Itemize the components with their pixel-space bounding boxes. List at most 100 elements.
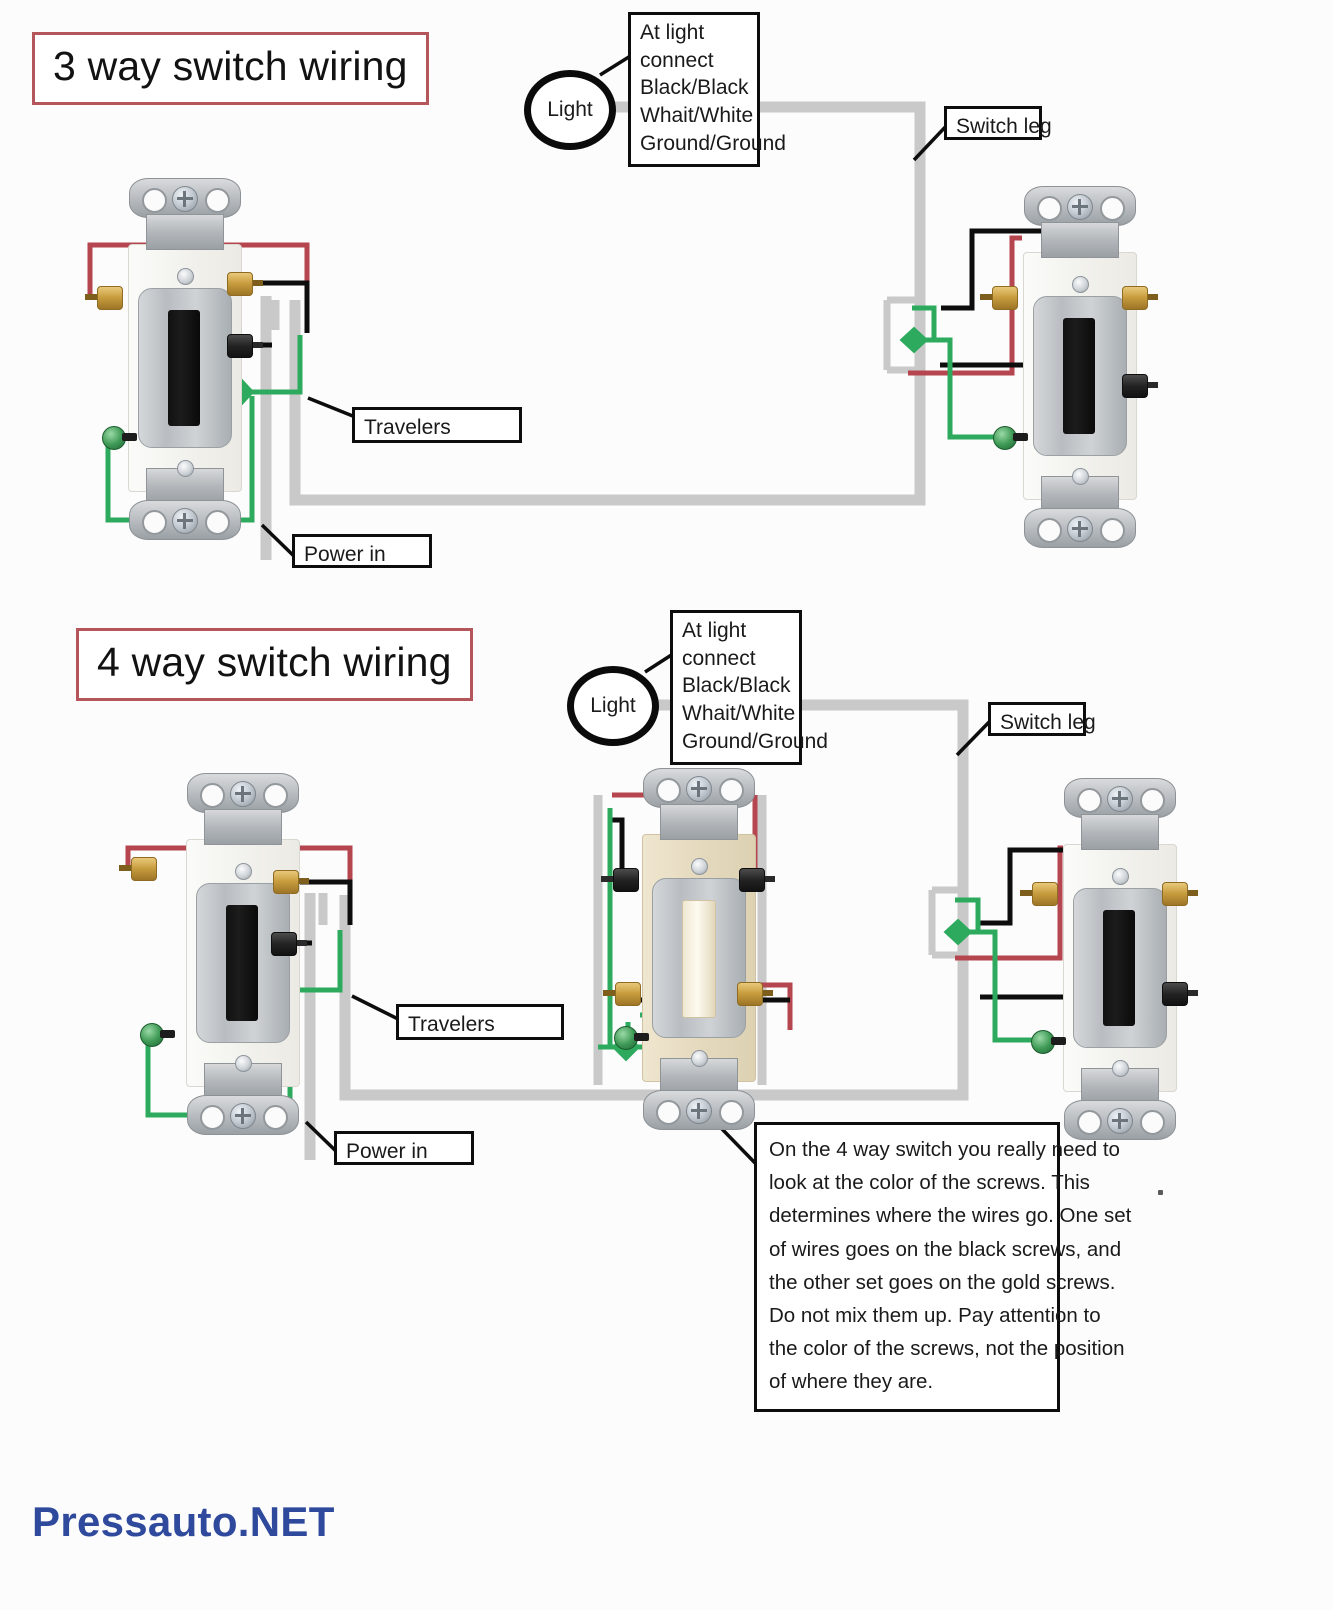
mounting-screw-icon — [172, 508, 198, 534]
brass-terminal-screw-right[interactable] — [224, 272, 263, 296]
four-way-power-in-label: Power in — [334, 1131, 474, 1165]
strap-rivet-icon — [1112, 1060, 1129, 1077]
ground-screw-shaft — [160, 1030, 175, 1038]
gold-terminal-screw-bottom-left[interactable] — [603, 982, 642, 1006]
three-way-green-right-main — [918, 337, 1000, 440]
mounting-hole-icon — [200, 783, 225, 808]
green-ground-screw[interactable] — [140, 1023, 175, 1047]
three-way-power-in-label: Power in — [292, 534, 432, 568]
dark-common-terminal-screw[interactable] — [224, 334, 263, 358]
note-line: of wires goes on the black screws, and — [769, 1237, 1122, 1261]
mounting-hole-icon — [656, 1100, 681, 1125]
note-line: Whait/White — [640, 104, 754, 128]
note-line: Do not mix them up. Pay attention to — [769, 1304, 1101, 1328]
black-terminal-screw-top-right[interactable] — [736, 868, 775, 892]
note-line: Black/Black — [682, 674, 791, 698]
mounting-hole-icon — [656, 778, 681, 803]
four-way-light-node: Light — [567, 666, 659, 746]
ground-screw-shaft — [1051, 1037, 1066, 1045]
four-way-switch-leg-label: Switch leg — [988, 702, 1096, 736]
switch-toggle-lever[interactable] — [1063, 318, 1095, 434]
mounting-hole-icon — [1140, 1110, 1165, 1135]
note-line: the other set goes on the gold screws. — [769, 1270, 1116, 1294]
brass-terminal-screw-left[interactable] — [85, 286, 124, 310]
mounting-hole-icon — [142, 188, 167, 213]
note-line: the color of the screws, not the positio… — [769, 1337, 1125, 1361]
stray-speck — [1158, 1190, 1163, 1195]
brass-terminal-screw-right[interactable] — [1119, 286, 1158, 310]
terminal-head — [271, 932, 297, 956]
mounting-hole-icon — [200, 1105, 225, 1130]
mounting-hole-icon — [719, 1100, 744, 1125]
terminal-shaft — [603, 990, 615, 996]
mounting-screw-icon — [686, 1098, 712, 1124]
black-terminal-screw-top-left[interactable] — [601, 868, 640, 892]
strap-rivet-icon — [177, 268, 194, 285]
switch-toggle-lever[interactable] — [168, 310, 200, 426]
note-line: On the 4 way switch you really need to — [769, 1138, 1120, 1161]
dark-common-terminal-screw[interactable] — [1119, 374, 1158, 398]
three-way-light-label: Light — [547, 98, 593, 121]
mounting-screw-icon — [686, 776, 712, 802]
switch-strap-top — [1081, 814, 1159, 850]
note-line: At light connect — [640, 21, 714, 72]
four-way-travelers-leader — [351, 994, 401, 1022]
mounting-hole-icon — [142, 510, 167, 535]
note-line: Black/Black — [640, 76, 749, 100]
terminal-head — [1032, 882, 1058, 906]
strap-rivet-icon — [235, 1055, 252, 1072]
brass-terminal-screw-right[interactable] — [270, 870, 309, 894]
mounting-screw-icon — [1067, 516, 1093, 542]
three-way-light-node: Light — [524, 70, 616, 150]
mounting-screw-icon — [1067, 194, 1093, 220]
terminal-head — [1162, 982, 1188, 1006]
green-ground-screw[interactable] — [614, 1026, 649, 1050]
dark-common-terminal-screw[interactable] — [268, 932, 307, 956]
switch-strap-top — [146, 214, 224, 250]
terminal-shaft — [85, 294, 97, 300]
green-ground-screw[interactable] — [1031, 1030, 1066, 1054]
four-way-section-title: 4 way switch wiring — [76, 628, 473, 701]
terminal-head — [227, 334, 253, 358]
mounting-screw-icon — [1107, 786, 1133, 812]
mounting-hole-icon — [1140, 788, 1165, 813]
strap-rivet-icon — [691, 1050, 708, 1067]
mounting-hole-icon — [205, 188, 230, 213]
three-way-switch-leg-label: Switch leg — [944, 106, 1052, 140]
note-line: of where they are. — [769, 1370, 934, 1394]
note-line: Whait/White — [682, 702, 796, 726]
green-ground-screw[interactable] — [102, 426, 137, 450]
mounting-hole-icon — [205, 510, 230, 535]
three-way-light-connect-note: At light connect Black/Black Whait/White… — [628, 12, 786, 167]
green-ground-screw[interactable] — [993, 426, 1028, 450]
four-way-travelers-label: Travelers — [396, 1004, 564, 1040]
switch-toggle-lever[interactable] — [1103, 910, 1135, 1026]
brass-terminal-screw-right[interactable] — [1159, 882, 1198, 906]
switch-strap-top — [204, 809, 282, 845]
strap-rivet-icon — [1112, 868, 1129, 885]
mounting-hole-icon — [719, 778, 744, 803]
terminal-shaft — [1020, 890, 1032, 896]
switch-toggle-lever[interactable] — [226, 905, 258, 1021]
four-way-green-right-main — [962, 929, 1040, 1043]
mounting-hole-icon — [1077, 1110, 1102, 1135]
terminal-shaft — [980, 294, 992, 300]
dark-common-terminal-screw[interactable] — [1159, 982, 1198, 1006]
four-way-light-connect-note: At light connect Black/Black Whait/White… — [670, 610, 828, 765]
mounting-screw-icon — [230, 781, 256, 807]
brass-terminal-screw-left[interactable] — [980, 286, 1019, 310]
terminal-head — [273, 870, 299, 894]
mounting-hole-icon — [1100, 196, 1125, 221]
wiring-diagram-page: 3 way switch wiring Light At light conne… — [0, 0, 1333, 1610]
terminal-head — [97, 286, 123, 310]
terminal-shaft — [119, 865, 131, 871]
site-brand-logo: Pressauto.NET — [32, 1498, 335, 1545]
strap-rivet-icon — [691, 858, 708, 875]
ground-screw-shaft — [634, 1033, 649, 1041]
note-line: At light connect — [682, 619, 756, 670]
note-line: Ground/Ground — [640, 131, 786, 155]
switch-toggle-lever[interactable] — [682, 900, 716, 1018]
gold-terminal-screw-bottom-right[interactable] — [734, 982, 773, 1006]
brass-terminal-screw-left[interactable] — [119, 857, 158, 881]
brass-terminal-screw-left[interactable] — [1020, 882, 1059, 906]
